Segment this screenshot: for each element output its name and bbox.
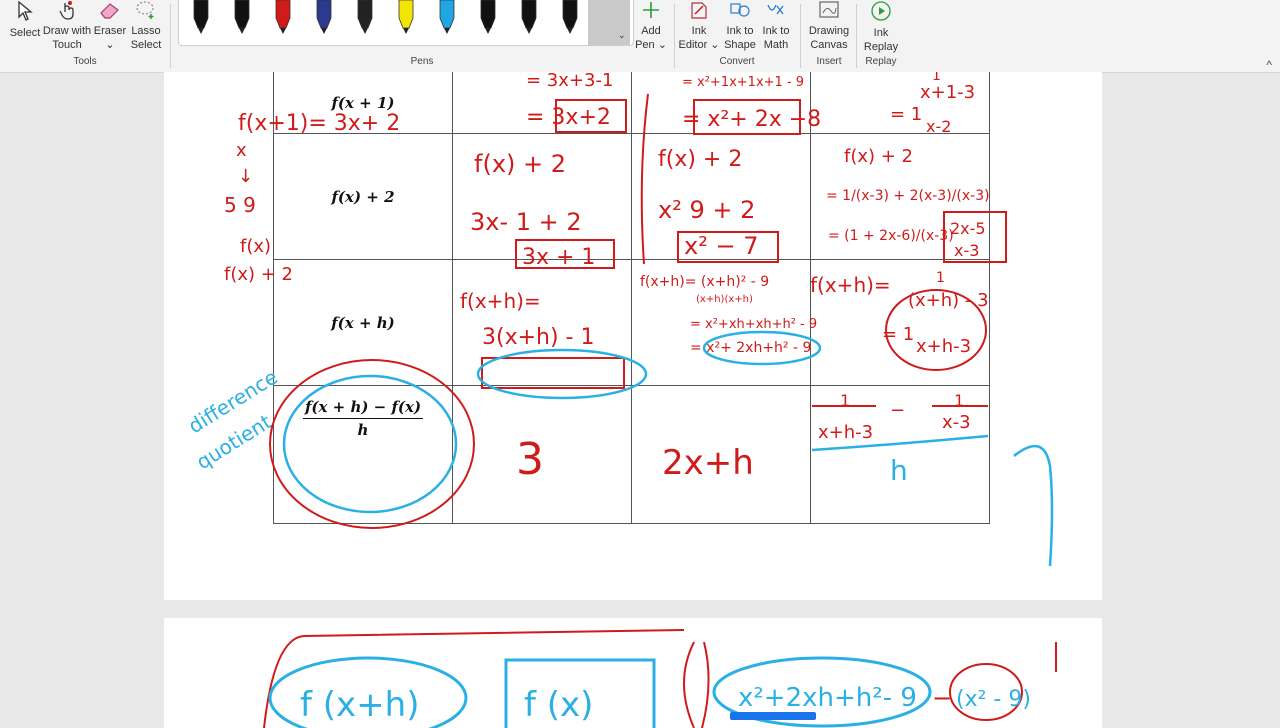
drawing-canvas-label: Drawing Canvas	[808, 25, 850, 51]
dq-numerator: f(x + h) − f(x)	[302, 398, 424, 419]
table-cell	[631, 385, 811, 524]
draw-with-touch-label: Draw with Touch	[42, 25, 92, 51]
pen-8[interactable]	[476, 0, 500, 36]
replay-group-label: Replay	[865, 56, 897, 67]
pen-7[interactable]	[435, 0, 459, 36]
pen-dropdown-icon[interactable]: ⌄	[618, 30, 626, 41]
pen-6[interactable]	[394, 0, 418, 36]
ink-to-shape-button[interactable]: Ink to Shape	[722, 0, 758, 52]
table-cell	[631, 259, 811, 386]
ink-text: x	[236, 140, 247, 161]
ink-stroke	[263, 629, 685, 728]
ink-editor-label: Ink Editor ⌄	[678, 25, 720, 51]
highlight-circle	[268, 656, 468, 728]
row-header-text: f(x + 1)	[331, 93, 395, 112]
table-cell	[810, 133, 990, 260]
table-cell	[631, 133, 811, 260]
hand-touch-icon	[55, 0, 79, 20]
ink-to-math-label: Ink to Math	[762, 25, 790, 51]
pen-1[interactable]	[189, 0, 213, 36]
draw-ribbon: Select Draw with Touch Eraser ⌄ Lasso Se…	[0, 0, 1280, 73]
difference-quotient-fraction: f(x + h) − f(x) h	[302, 398, 424, 439]
ink-text: ↓	[238, 166, 253, 187]
ink-stroke	[683, 641, 710, 728]
plus-icon	[639, 0, 663, 20]
pen-9[interactable]	[517, 0, 541, 36]
tools-group-label: Tools	[73, 56, 97, 67]
add-pen-button[interactable]: Add Pen ⌄	[634, 0, 668, 52]
ink-editor-button[interactable]: Ink Editor ⌄	[678, 0, 720, 52]
ink-text: f (x+h)	[300, 685, 419, 725]
ink-to-math-button[interactable]: Ink to Math	[758, 0, 794, 52]
select-label: Select	[9, 27, 41, 39]
table-cell	[810, 385, 990, 524]
separator	[856, 4, 857, 68]
separator	[674, 4, 675, 68]
document-page: f (x+h) f (x) x²+2xh+h²- 9 (x² - 9) −	[164, 618, 1102, 728]
ink-text: (x² - 9)	[956, 687, 1031, 712]
eraser-label: Eraser ⌄	[93, 25, 127, 51]
pen-4[interactable]	[312, 0, 336, 36]
pens-group-label: Pens	[410, 56, 434, 67]
row-header-f-x-plus-1: f(x + 1)	[273, 72, 453, 134]
ink-to-shape-icon	[728, 0, 752, 20]
cursor-icon	[13, 0, 37, 22]
ink-to-shape-label: Ink to Shape	[724, 25, 756, 51]
scroll-indicator[interactable]	[730, 712, 816, 720]
lasso-select-tool[interactable]: Lasso Select	[128, 0, 164, 52]
ink-editor-icon	[687, 0, 711, 20]
pens-gallery	[178, 0, 634, 46]
collapse-ribbon-icon[interactable]: ^	[1266, 58, 1272, 72]
pen-10[interactable]	[558, 0, 582, 36]
draw-with-touch-tool[interactable]: Draw with Touch	[42, 0, 92, 52]
pen-5[interactable]	[353, 0, 377, 36]
dq-denominator: h	[357, 421, 369, 439]
table-cell	[452, 72, 632, 134]
row-header-f-x-plus-h: f(x + h)	[273, 259, 453, 386]
document-page: f(x + 1) f(x) + 2 f(x + h) f(x + h) − f(…	[164, 72, 1102, 600]
convert-group-label: Convert	[719, 56, 755, 67]
drawing-canvas-button[interactable]: Drawing Canvas	[806, 0, 852, 52]
ink-layer: f (x+h) f (x) x²+2xh+h²- 9 (x² - 9) −	[263, 629, 1057, 728]
separator	[800, 4, 801, 68]
row-header-f-x-plus-2: f(x) + 2	[273, 133, 453, 260]
table-cell	[452, 385, 632, 524]
lasso-select-label: Lasso Select	[130, 25, 162, 51]
ink-text: f(x)	[240, 236, 271, 257]
ink-text: 5 9	[224, 193, 256, 217]
drawing-canvas-icon	[817, 0, 841, 20]
row-header-difference-quotient: f(x + h) − f(x) h	[273, 385, 453, 524]
ink-replay-label: Ink Replay	[863, 27, 899, 53]
ink-text: −	[932, 684, 952, 712]
ink-text: f (x)	[524, 685, 593, 725]
play-icon	[869, 0, 893, 22]
table-cell	[810, 72, 990, 134]
lasso-icon	[134, 0, 158, 20]
eraser-tool[interactable]: Eraser ⌄	[92, 0, 128, 52]
eraser-icon	[98, 0, 122, 20]
ink-quotient-label: quotient	[192, 409, 276, 474]
select-tool[interactable]: Select	[6, 0, 44, 52]
row-header-text: f(x) + 2	[331, 187, 395, 206]
table-cell	[452, 259, 632, 386]
highlight-box	[504, 658, 656, 728]
answer-circle	[949, 663, 1023, 721]
pen-3[interactable]	[271, 0, 295, 36]
ink-difference-label: difference	[184, 365, 282, 439]
add-pen-label: Add Pen ⌄	[635, 25, 667, 51]
separator	[170, 4, 171, 68]
ink-text: x²+2xh+h²- 9	[738, 683, 917, 713]
function-table: f(x + 1) f(x) + 2 f(x + h) f(x + h) − f(…	[273, 72, 990, 524]
ink-to-math-icon	[764, 0, 788, 20]
insert-group-label: Insert	[816, 56, 842, 67]
ink-stroke	[1013, 444, 1054, 567]
table-cell	[452, 133, 632, 260]
table-cell	[810, 259, 990, 386]
row-header-text: f(x + h)	[331, 313, 395, 332]
pen-2[interactable]	[230, 0, 254, 36]
table-cell	[631, 72, 811, 134]
ink-replay-button[interactable]: Ink Replay	[862, 0, 900, 53]
